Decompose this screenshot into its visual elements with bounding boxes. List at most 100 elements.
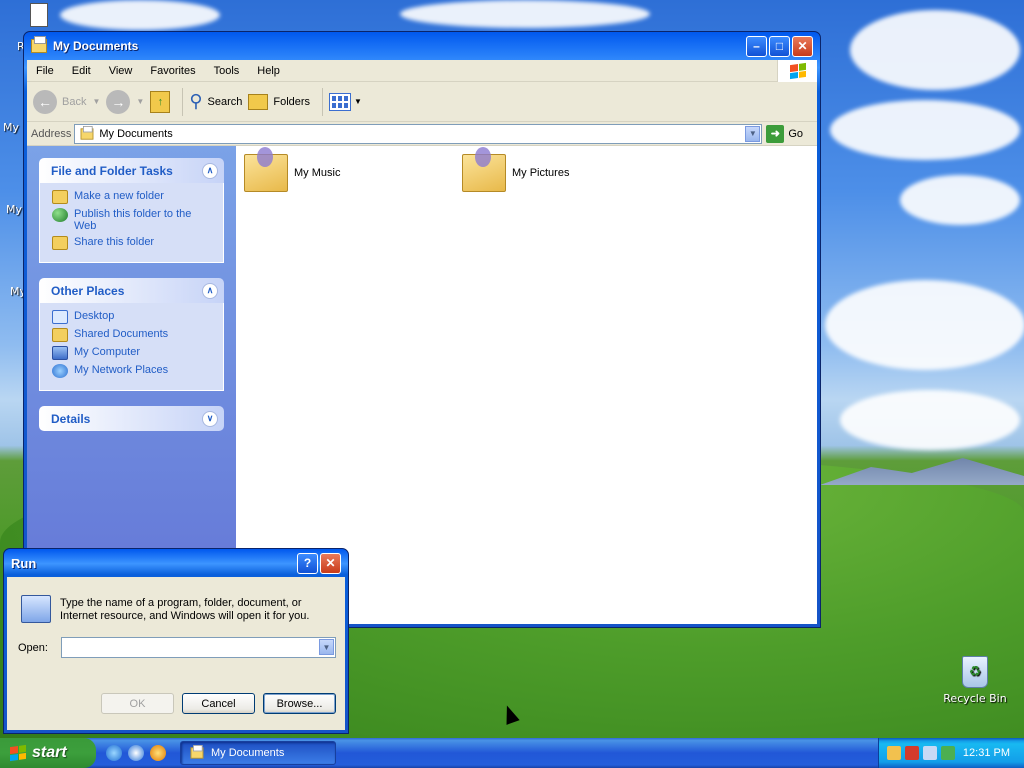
- link-label: My Network Places: [74, 364, 169, 376]
- security-shield-icon[interactable]: [905, 746, 919, 760]
- views-button[interactable]: ▼: [329, 92, 362, 111]
- start-button[interactable]: start: [0, 738, 96, 768]
- taskbar-my-documents[interactable]: My Documents: [180, 741, 336, 765]
- window-client: File Edit View Favorites Tools Help ← Ba…: [27, 60, 817, 624]
- address-label: Address: [31, 127, 72, 140]
- link-label: Publish this folder to the Web: [74, 208, 192, 232]
- close-button[interactable]: ✕: [320, 552, 341, 574]
- outlook-express-icon[interactable]: [128, 745, 144, 761]
- menu-favorites[interactable]: Favorites: [141, 65, 204, 77]
- item-label: My Music: [294, 167, 341, 179]
- task-label: My Documents: [211, 747, 285, 759]
- back-button[interactable]: ← Back ▼: [33, 89, 100, 114]
- folder-icon: [31, 36, 47, 53]
- minimize-button[interactable]: –: [746, 35, 767, 57]
- my-computer-link[interactable]: My Computer: [52, 346, 215, 360]
- search-label: Search: [207, 95, 243, 108]
- panel-header[interactable]: Details ∨: [39, 406, 224, 431]
- search-icon: ⚲: [189, 91, 203, 111]
- publish-folder-link[interactable]: Publish this folder to the Web: [52, 208, 215, 232]
- globe-icon: [52, 208, 68, 222]
- cloud: [830, 100, 1020, 160]
- media-player-icon[interactable]: [150, 745, 166, 761]
- my-documents-window: My Documents – □ ✕ File Edit View Favori…: [23, 31, 821, 628]
- panel-header[interactable]: File and Folder Tasks ∧: [39, 158, 224, 183]
- menu-file[interactable]: File: [27, 65, 63, 77]
- panel-body: Desktop Shared Documents My Computer My …: [39, 303, 224, 391]
- desktop-icon-document[interactable]: [30, 3, 48, 27]
- link-label: My Computer: [74, 346, 141, 358]
- chevron-down-icon[interactable]: ▼: [92, 97, 100, 106]
- run-description: Type the name of a program, folder, docu…: [60, 597, 310, 622]
- shared-folder-icon: [52, 236, 68, 250]
- cloud: [60, 0, 220, 30]
- go-button[interactable]: ➜ Go: [766, 124, 813, 143]
- panel-header[interactable]: Other Places ∧: [39, 278, 224, 303]
- cloud: [825, 280, 1024, 370]
- my-network-places-link[interactable]: My Network Places: [52, 364, 215, 378]
- help-button[interactable]: ?: [297, 552, 318, 574]
- chevron-down-icon[interactable]: ▼: [136, 97, 144, 106]
- expand-icon[interactable]: ∨: [202, 410, 218, 427]
- menu-tools[interactable]: Tools: [205, 65, 249, 77]
- search-button[interactable]: ⚲ Search: [189, 91, 242, 112]
- folders-button[interactable]: Folders: [248, 93, 311, 110]
- item-label: My Pictures: [512, 167, 570, 179]
- folders-label: Folders: [273, 95, 311, 108]
- make-new-folder-link[interactable]: Make a new folder: [52, 190, 215, 204]
- toolbar-separator: [322, 87, 324, 116]
- address-input[interactable]: My Documents ▼: [74, 123, 763, 144]
- views-icon: [329, 92, 352, 111]
- up-folder-button[interactable]: ↑: [150, 90, 171, 113]
- go-label: Go: [788, 127, 803, 140]
- menubar: File Edit View Favorites Tools Help: [27, 60, 817, 82]
- panel-title: Other Places: [51, 283, 125, 298]
- maximize-button[interactable]: □: [769, 35, 790, 57]
- run-titlebar[interactable]: Run ? ✕: [7, 549, 345, 577]
- share-folder-link[interactable]: Share this folder: [52, 236, 215, 250]
- folder-icon: [52, 328, 68, 342]
- cloud: [840, 390, 1020, 450]
- open-combobox[interactable]: ▼: [61, 637, 336, 658]
- menu-help[interactable]: Help: [248, 65, 289, 77]
- windows-logo-icon: [10, 744, 26, 762]
- file-folder-tasks-panel: File and Folder Tasks ∧ Make a new folde…: [39, 158, 224, 263]
- window-titlebar[interactable]: My Documents – □ ✕: [27, 32, 817, 60]
- music-folder-icon: [244, 147, 288, 192]
- link-label: Desktop: [74, 310, 115, 322]
- menu-edit[interactable]: Edit: [63, 65, 100, 77]
- update-icon[interactable]: [941, 746, 955, 760]
- ok-button[interactable]: OK: [101, 693, 174, 714]
- open-dropdown-button[interactable]: ▼: [319, 639, 334, 655]
- run-dialog: Run ? ✕ Type the name of a program, fold…: [3, 548, 349, 734]
- desktop-icon: [52, 310, 68, 324]
- shared-documents-link[interactable]: Shared Documents: [52, 328, 215, 342]
- forward-button[interactable]: → ▼: [106, 89, 144, 114]
- close-button[interactable]: ✕: [792, 35, 813, 57]
- address-bar: Address My Documents ▼ ➜ Go: [27, 122, 817, 146]
- my-music-item[interactable]: My Music: [244, 147, 341, 192]
- collapse-icon[interactable]: ∧: [202, 162, 218, 179]
- back-label: Back: [62, 95, 87, 108]
- window-title: My Documents: [53, 39, 139, 53]
- address-dropdown-button[interactable]: ▼: [745, 125, 761, 142]
- network-icon[interactable]: [923, 746, 937, 760]
- my-pictures-item[interactable]: My Pictures: [462, 147, 570, 192]
- recycle-bin-icon: ♻: [962, 656, 988, 688]
- up-arrow-icon: ↑: [150, 90, 171, 113]
- computer-icon: [52, 346, 68, 360]
- cancel-button[interactable]: Cancel: [182, 693, 255, 714]
- folders-icon: [248, 93, 269, 110]
- forward-arrow-icon: →: [106, 89, 131, 114]
- desktop-link[interactable]: Desktop: [52, 310, 215, 324]
- taskbar: start My Documents 12:31 PM: [0, 738, 1024, 768]
- menu-view[interactable]: View: [100, 65, 142, 77]
- link-label: Shared Documents: [74, 328, 169, 340]
- internet-explorer-icon[interactable]: [106, 745, 122, 761]
- other-places-panel: Other Places ∧ Desktop Shared Documents …: [39, 278, 224, 391]
- browse-button[interactable]: Browse...: [263, 693, 336, 714]
- address-value: My Documents: [99, 127, 173, 140]
- people-icon[interactable]: [887, 746, 901, 760]
- collapse-icon[interactable]: ∧: [202, 282, 218, 299]
- recycle-bin[interactable]: ♻ Recycle Bin: [940, 656, 1010, 705]
